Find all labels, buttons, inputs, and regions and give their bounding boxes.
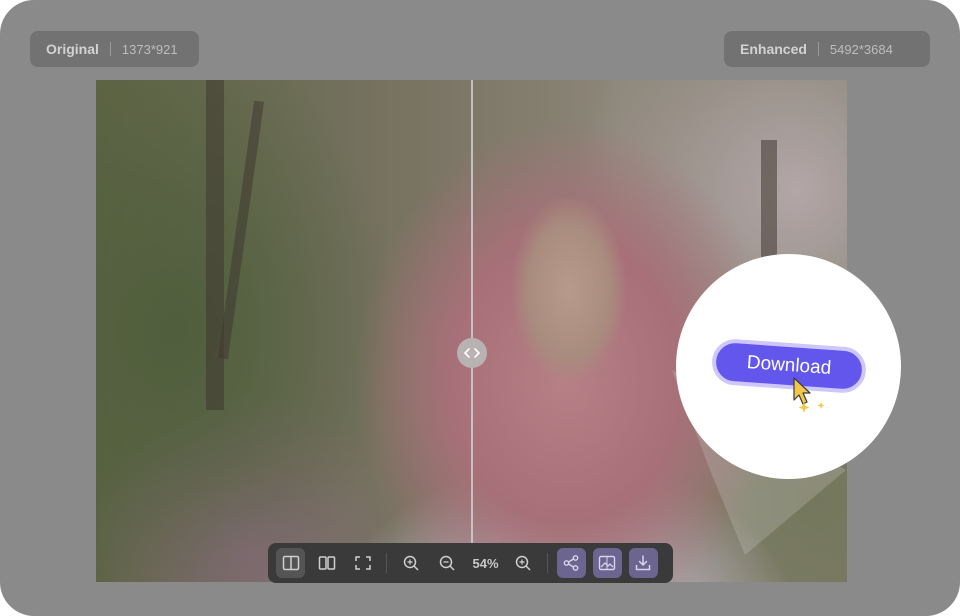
side-by-side-icon	[318, 556, 335, 570]
zoom-level: 54%	[472, 555, 499, 571]
image-compare-icon	[599, 555, 616, 571]
compare-divider-line[interactable]	[471, 80, 473, 582]
enhanced-label: Enhanced	[740, 41, 807, 57]
badge-divider	[817, 42, 819, 56]
toolbar-divider	[386, 553, 388, 573]
compare-viewer: Original 1373*921 Enhanced 5492*3684 54%…	[0, 0, 960, 616]
share-button[interactable]	[556, 548, 586, 578]
zoom-out-icon	[439, 555, 455, 571]
original-badge: Original 1373*921	[30, 31, 199, 67]
enhanced-dimensions: 5492*3684	[829, 41, 893, 57]
zoom-in-icon	[403, 555, 419, 571]
viewer-toolbar: 54%	[268, 543, 673, 583]
original-label: Original	[46, 41, 99, 57]
toolbar-divider	[546, 553, 548, 573]
download-toolbar-button[interactable]	[628, 548, 658, 578]
cursor-pointer-icon	[793, 377, 825, 413]
compare-image-button[interactable]	[592, 548, 622, 578]
zoom-fit-button[interactable]	[396, 548, 425, 578]
share-icon	[563, 555, 579, 571]
download-icon	[636, 555, 651, 571]
zoom-in-button[interactable]	[509, 548, 538, 578]
fullscreen-button[interactable]	[348, 548, 377, 578]
tree-trunk	[206, 80, 224, 410]
tree-trunk	[217, 100, 265, 360]
split-view-icon	[282, 555, 299, 571]
compare-slider-handle[interactable]	[457, 338, 487, 368]
side-by-side-button[interactable]	[312, 548, 341, 578]
split-view-button[interactable]	[276, 548, 306, 578]
chevrons-left-right-icon	[464, 348, 480, 358]
original-dimensions: 1373*921	[121, 41, 178, 57]
enhanced-badge: Enhanced 5492*3684	[724, 31, 930, 67]
badge-divider	[109, 42, 111, 56]
fullscreen-icon	[355, 556, 371, 570]
zoom-out-button[interactable]	[432, 548, 461, 578]
zoom-in-icon	[515, 555, 531, 571]
